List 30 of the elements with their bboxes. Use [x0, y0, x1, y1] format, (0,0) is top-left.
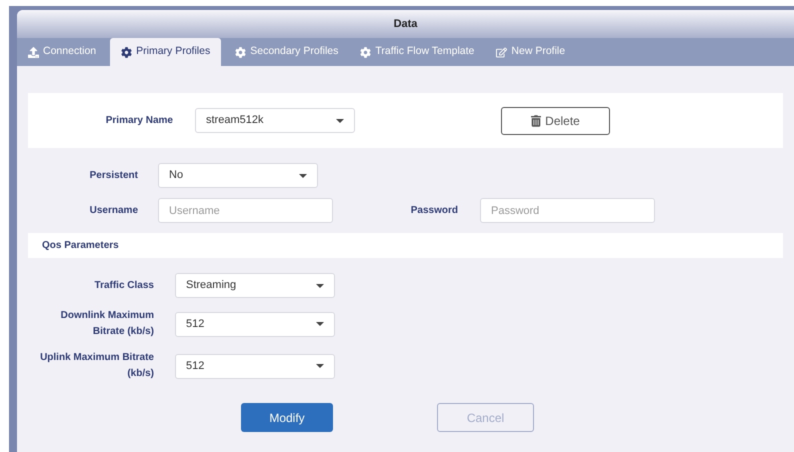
- field-label: Primary Name: [104, 114, 173, 128]
- field-label: Traffic Class: [94, 278, 154, 292]
- edit-icon: [496, 46, 508, 58]
- field-label: Username: [88, 204, 138, 218]
- caret-icon: [316, 322, 324, 326]
- gear-icon: [235, 46, 246, 58]
- window-title: Data: [394, 16, 418, 32]
- username-field[interactable]: Username: [158, 198, 333, 223]
- dropdown[interactable]: 512: [175, 312, 335, 336]
- gear-icon: [121, 46, 132, 58]
- field-label: Downlink Maximum Bitrate (kb/s): [60, 309, 154, 339]
- dropdown[interactable]: stream512k: [195, 108, 355, 133]
- password-field[interactable]: Password: [480, 198, 655, 223]
- dropdown[interactable]: No: [158, 163, 318, 188]
- dropdown[interactable]: 512: [175, 354, 335, 378]
- caret-icon: [316, 284, 324, 288]
- gear-icon: [360, 46, 372, 58]
- modify-button[interactable]: Modify: [241, 403, 333, 432]
- caret-icon: [316, 364, 324, 368]
- tab[interactable]: Primary Profiles: [110, 38, 222, 66]
- section-title: Qos Parameters: [42, 239, 119, 253]
- field-label: Uplink Maximum Bitrate (kb/s): [39, 351, 154, 381]
- field-label: Password: [410, 204, 458, 218]
- trash-icon: [531, 114, 542, 126]
- dropdown[interactable]: Streaming: [175, 273, 335, 298]
- upload-icon: [28, 46, 39, 58]
- caret-icon: [299, 174, 307, 178]
- caret-icon: [336, 118, 344, 122]
- delete-button[interactable]: Delete: [501, 106, 610, 134]
- field-label: Persistent: [88, 168, 138, 182]
